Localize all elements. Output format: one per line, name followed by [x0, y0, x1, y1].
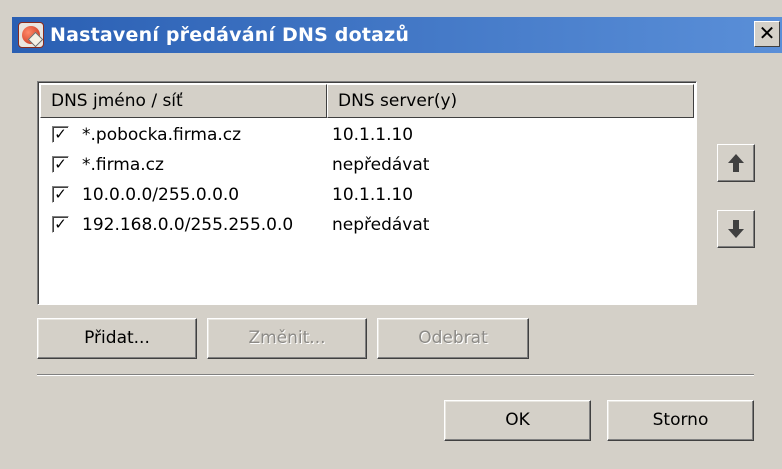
dns-forwarding-list[interactable]: DNS jméno / síť DNS server(y) ✓ *.pobock… [37, 81, 697, 305]
arrow-down-icon [728, 220, 744, 238]
column-header-name[interactable]: DNS jméno / síť [40, 84, 327, 118]
list-item[interactable]: ✓ *.pobocka.firma.cz 10.1.1.10 [40, 120, 694, 150]
row-name: *.firma.cz [82, 155, 164, 175]
row-name: *.pobocka.firma.cz [82, 125, 242, 145]
move-down-button[interactable] [717, 210, 755, 248]
row-server: 10.1.1.10 [332, 185, 414, 205]
row-checkbox[interactable]: ✓ [52, 216, 69, 233]
list-item[interactable]: ✓ *.firma.cz nepředávat [40, 150, 694, 180]
row-server: nepředávat [332, 215, 430, 235]
dns-forwarding-dialog: Nastavení předávání DNS dotazů ✕ DNS jmé… [0, 0, 782, 469]
row-checkbox[interactable]: ✓ [52, 156, 69, 173]
remove-button[interactable]: Odebrat [377, 318, 529, 359]
edit-button[interactable]: Změnit... [207, 318, 367, 359]
dialog-title: Nastavení předávání DNS dotazů [50, 24, 410, 46]
list-header: DNS jméno / síť DNS server(y) [40, 84, 694, 118]
cancel-button[interactable]: Storno [607, 400, 754, 441]
row-checkbox[interactable]: ✓ [52, 126, 69, 143]
row-checkbox[interactable]: ✓ [52, 186, 69, 203]
column-header-server[interactable]: DNS server(y) [327, 84, 694, 118]
list-item[interactable]: ✓ 10.0.0.0/255.0.0.0 10.1.1.10 [40, 180, 694, 210]
close-button[interactable]: ✕ [754, 21, 780, 47]
title-bar[interactable]: Nastavení předávání DNS dotazů ✕ [12, 17, 782, 53]
list-item[interactable]: ✓ 192.168.0.0/255.255.0.0 nepředávat [40, 210, 694, 240]
app-icon [18, 22, 44, 48]
arrow-up-icon [728, 154, 744, 172]
row-server: nepředávat [332, 155, 430, 175]
move-up-button[interactable] [717, 144, 755, 182]
ok-button[interactable]: OK [444, 400, 591, 441]
add-button[interactable]: Přidat... [37, 318, 197, 359]
row-server: 10.1.1.10 [332, 125, 414, 145]
row-name: 10.0.0.0/255.0.0.0 [82, 185, 240, 205]
separator [37, 374, 754, 376]
row-name: 192.168.0.0/255.255.0.0 [82, 215, 294, 235]
